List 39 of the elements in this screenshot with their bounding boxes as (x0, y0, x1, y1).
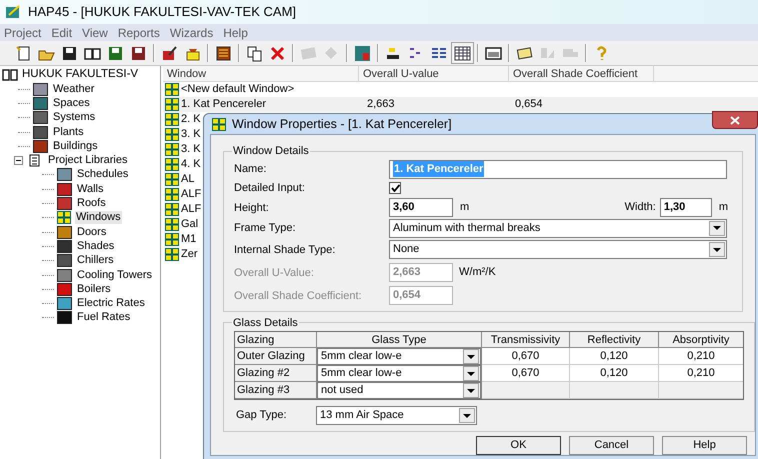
row-header: Glazing #3 (235, 382, 317, 399)
table-cell-text: 4. K (180, 157, 201, 172)
table-cell: 0,670 (482, 365, 570, 382)
table-cell-text: M1 (180, 232, 196, 248)
table-cell-text: Gal (180, 217, 198, 232)
table-cell: 0,210 (659, 348, 743, 365)
group-title: Window Details (232, 144, 310, 159)
row-header: Glazing #2 (235, 365, 317, 382)
table-cell-text: 2. K (180, 112, 201, 128)
table-cell-text: 3. K (180, 142, 201, 158)
field-label: Overall U-Value: (234, 266, 315, 280)
table-cell-text: ALF (180, 202, 202, 218)
field-label: Internal Shade Type: (234, 242, 336, 258)
table-cell-text: 0,654 (514, 97, 544, 112)
row-header: Outer Glazing (235, 348, 317, 365)
field-label: Detailed Input: (234, 180, 306, 196)
field-label: Frame Type: (234, 220, 297, 236)
field-label: Height: (234, 200, 270, 216)
table-cell-text: 1. Kat Pencereler (180, 97, 267, 112)
field-label: Width: (624, 200, 656, 216)
table-cell-text: ALF (180, 187, 202, 202)
table-cell-text: 3. K (180, 127, 201, 142)
unit-label: W/m²/K (459, 265, 496, 280)
dialog-title: Window Properties - [1. Kat Pencereler] (232, 116, 452, 133)
field-label: Gap Type: (235, 408, 288, 424)
group-title: Glass Details (232, 316, 299, 330)
window-title: HAP45 - [HUKUK FAKULTESI-VAV-TEK CAM] (28, 3, 296, 22)
field-label: Name: (234, 162, 268, 176)
table-cell-text: 2,663 (366, 97, 396, 112)
table-cell: 0,210 (659, 365, 743, 382)
table-cell: 0,670 (482, 348, 570, 365)
unit-label: m (460, 200, 470, 216)
table-cell: 0,120 (570, 348, 659, 365)
table-cell-text: Zer (180, 247, 198, 262)
field-label: Overall Shade Coefficient: (234, 288, 363, 304)
table-cell: 0,120 (570, 365, 659, 382)
table-cell-text: AL (180, 172, 194, 188)
table-cell-text: <New default Window> (180, 82, 296, 98)
unit-label: m (718, 200, 728, 216)
